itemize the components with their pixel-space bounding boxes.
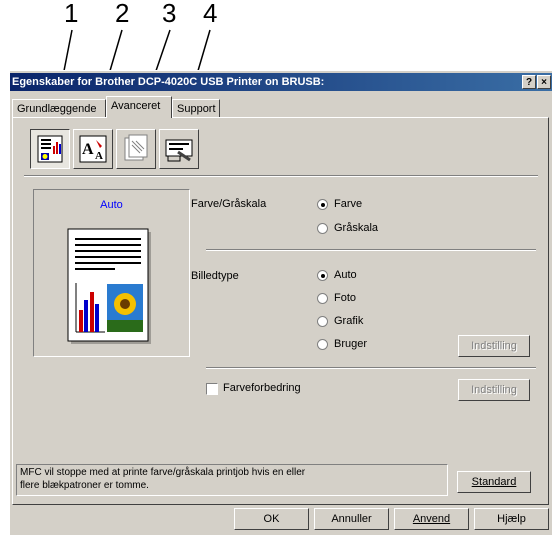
preview-frame: Auto (33, 189, 190, 357)
device-options-icon (165, 139, 193, 162)
close-title-button[interactable]: × (537, 75, 551, 89)
apply-button-label: Anvend (412, 513, 451, 525)
window-title: Egenskaber for Brother DCP-4020C USB Pri… (12, 76, 325, 88)
status-message: MFC vil stoppe med at printe farve/gråsk… (20, 467, 306, 491)
copy-icon (124, 134, 148, 161)
radio-foto[interactable] (317, 293, 328, 304)
preview-label: Auto (100, 199, 123, 211)
print-quality-icon (37, 135, 63, 163)
color-mode-label: Farve/Gråskala (191, 198, 267, 210)
font-button[interactable]: A A (73, 129, 113, 169)
radio-foto-label[interactable]: Foto (334, 292, 356, 304)
radio-bruger[interactable] (317, 339, 328, 350)
title-bar: Egenskaber for Brother DCP-4020C USB Pri… (10, 73, 552, 91)
image-type-settings-button[interactable]: Indstilling (458, 335, 530, 357)
cancel-button[interactable]: Annuller (314, 508, 389, 530)
color-enhance-settings-button[interactable]: Indstilling (458, 379, 530, 401)
svg-text:A: A (82, 141, 94, 158)
tab-support[interactable]: Support (172, 99, 220, 117)
tab-avanceret[interactable]: Avanceret (106, 96, 172, 118)
help-title-button[interactable]: ? (522, 75, 536, 89)
help-button[interactable]: Hjælp (474, 508, 549, 530)
image-type-label: Billedtype (191, 270, 239, 282)
device-options-button[interactable] (159, 129, 199, 169)
printer-properties-dialog: Egenskaber for Brother DCP-4020C USB Pri… (9, 70, 552, 535)
toolbar-separator (24, 175, 538, 177)
status-message-box: MFC vil stoppe med at printe farve/gråsk… (16, 464, 448, 496)
color-enhance-checkbox[interactable] (206, 383, 218, 395)
radio-farve-label[interactable]: Farve (334, 198, 362, 210)
radio-grafik[interactable] (317, 316, 328, 327)
radio-graskala[interactable] (317, 223, 328, 234)
section-separator-1 (206, 249, 536, 251)
apply-button[interactable]: Anvend (394, 508, 469, 530)
standard-button-label: Standard (471, 476, 517, 488)
standard-button[interactable]: Standard (457, 471, 531, 493)
tab-grundlaeggende[interactable]: Grundlæggende (12, 99, 106, 117)
ok-button[interactable]: OK (234, 508, 309, 530)
radio-auto[interactable] (317, 270, 328, 281)
radio-grafik-label[interactable]: Grafik (334, 315, 363, 327)
radio-farve[interactable] (317, 199, 328, 210)
radio-graskala-label[interactable]: Gråskala (334, 222, 378, 234)
svg-text:A: A (95, 150, 103, 162)
font-icon: A A (79, 135, 107, 163)
print-quality-button[interactable] (30, 129, 70, 169)
color-enhance-label[interactable]: Farveforbedring (223, 382, 301, 394)
copy-button[interactable] (116, 129, 156, 169)
radio-auto-label[interactable]: Auto (334, 269, 357, 281)
preview-page-image (67, 228, 151, 344)
section-separator-2 (206, 367, 536, 369)
radio-bruger-label[interactable]: Bruger (334, 338, 367, 350)
